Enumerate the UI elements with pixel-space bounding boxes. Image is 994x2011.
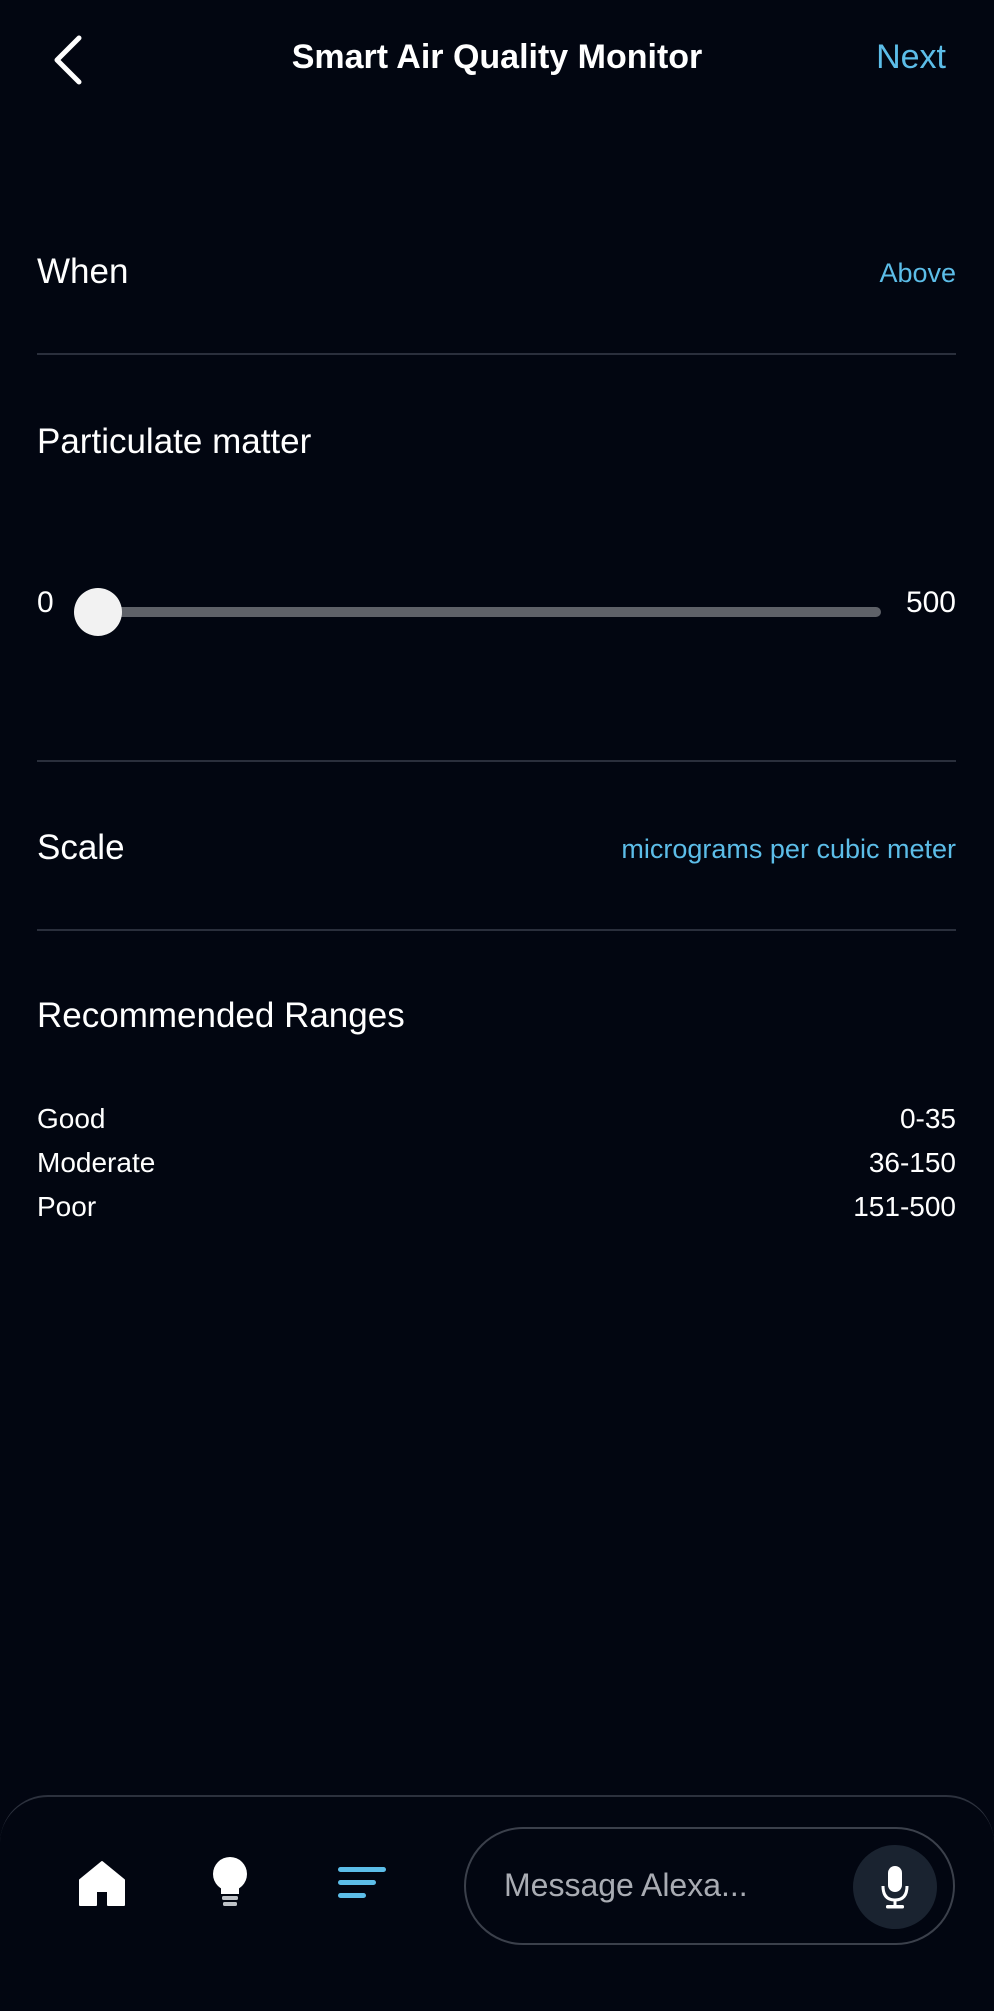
divider — [37, 353, 956, 355]
particulate-slider-thumb[interactable] — [74, 588, 122, 636]
header: Smart Air Quality Monitor Next — [0, 0, 994, 125]
range-name: Good — [37, 1103, 106, 1134]
more-button[interactable] — [330, 1851, 394, 1915]
next-button[interactable]: Next — [876, 38, 946, 77]
home-button[interactable] — [70, 1851, 134, 1915]
divider — [37, 929, 956, 931]
range-value: 0-35 — [899, 1103, 956, 1134]
recommended-section: Recommended Ranges — [37, 994, 956, 1044]
bottom-nav: Message Alexa... — [0, 1795, 994, 2011]
when-label: When — [37, 252, 129, 291]
chevron-left-icon — [54, 35, 82, 85]
range-name: Moderate — [37, 1147, 156, 1178]
ranges-list: Good 0-35 Moderate 36-150 Poor 151-500 — [37, 1097, 956, 1229]
menu-lines-icon — [338, 1867, 386, 1898]
range-name: Poor — [37, 1191, 97, 1222]
range-value: 151-500 — [853, 1191, 956, 1222]
mic-button[interactable] — [853, 1845, 937, 1929]
particulate-slider-track[interactable] — [98, 607, 881, 617]
when-value[interactable]: Above — [879, 258, 956, 289]
page-title: Smart Air Quality Monitor — [291, 38, 703, 76]
scale-label: Scale — [37, 828, 125, 867]
home-icon — [79, 1861, 125, 1906]
slider-max-label: 500 — [905, 586, 956, 619]
divider — [37, 760, 956, 762]
lightbulb-icon — [213, 1857, 247, 1906]
microphone-icon — [881, 1866, 909, 1909]
range-value: 36-150 — [868, 1147, 956, 1178]
when-row[interactable]: When Above — [37, 250, 956, 300]
recommended-title: Recommended Ranges — [37, 996, 405, 1035]
particulate-label: Particulate matter — [37, 422, 312, 461]
particulate-section: Particulate matter — [37, 420, 956, 470]
devices-button[interactable] — [198, 1851, 262, 1915]
scale-value[interactable]: micrograms per cubic meter — [621, 834, 956, 865]
range-row-good: Good 0-35 — [37, 1097, 956, 1141]
message-alexa-input[interactable]: Message Alexa... — [464, 1827, 955, 1945]
scale-row[interactable]: Scale micrograms per cubic meter — [37, 826, 956, 876]
slider-min-label: 0 — [37, 586, 54, 619]
range-row-moderate: Moderate 36-150 — [37, 1141, 956, 1185]
range-row-poor: Poor 151-500 — [37, 1185, 956, 1229]
message-placeholder: Message Alexa... — [504, 1867, 748, 1903]
back-button[interactable] — [38, 28, 98, 92]
